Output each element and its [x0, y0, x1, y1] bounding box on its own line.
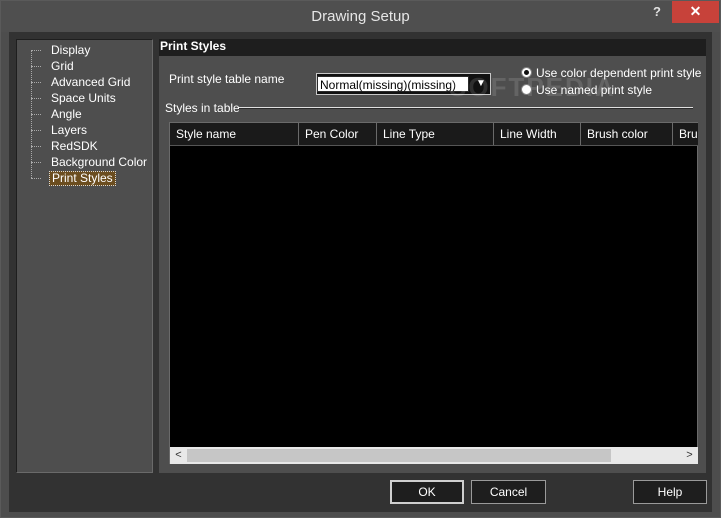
tree-branch-dots — [31, 162, 41, 163]
print-style-table-label: Print style table name — [169, 72, 285, 86]
drawing-setup-window: Drawing Setup ? ✕ Display Grid Advanced … — [0, 0, 721, 518]
radio-label: Use color dependent print style — [536, 66, 702, 80]
tree-item-label: Background Color — [51, 155, 148, 169]
ok-button[interactable]: OK — [390, 480, 464, 504]
tree-branch-dots — [31, 50, 41, 51]
settings-tree: Display Grid Advanced Grid Space Units A… — [16, 39, 153, 473]
styles-in-table-label: Styles in table — [165, 101, 240, 115]
panel-title: Print Styles — [159, 39, 706, 56]
tree-item-label: Angle — [51, 107, 82, 121]
tree-branch-dots — [31, 82, 41, 83]
table-header: Style name Pen Color Line Type Line Widt… — [170, 123, 698, 146]
print-style-table-value[interactable]: Normal(missing)(missing) — [317, 76, 469, 92]
tree-item-label: Grid — [51, 59, 74, 73]
cancel-button[interactable]: Cancel — [471, 480, 546, 504]
tree-branch-dots — [31, 178, 41, 179]
title-bar[interactable]: Drawing Setup ? ✕ — [1, 1, 720, 32]
radio-button-icon[interactable] — [521, 67, 532, 78]
help-question-button[interactable]: ? — [644, 1, 670, 23]
print-styles-panel: Print Styles Print style table name Norm… — [159, 39, 706, 473]
close-window-button[interactable]: ✕ — [672, 1, 719, 23]
styles-table[interactable]: Style name Pen Color Line Type Line Widt… — [169, 122, 698, 464]
group-divider — [239, 107, 693, 109]
tree-branch-dots — [31, 146, 41, 147]
column-header-line-width[interactable]: Line Width — [494, 123, 581, 145]
tree-item-label: RedSDK — [51, 139, 98, 153]
dialog-client-area: Display Grid Advanced Grid Space Units A… — [9, 32, 712, 512]
tree-branch-dots — [31, 130, 41, 131]
tree-branch-dots — [31, 114, 41, 115]
tree-item-label: Layers — [51, 123, 88, 137]
tree-branch-dots — [31, 66, 41, 67]
help-button[interactable]: Help — [633, 480, 707, 504]
tree-item-label: Space Units — [51, 91, 116, 105]
window-title: Drawing Setup — [311, 8, 410, 25]
column-header-style-name[interactable]: Style name — [170, 123, 299, 145]
horizontal-scrollbar[interactable]: < > — [170, 447, 698, 464]
column-header-line-type[interactable]: Line Type — [377, 123, 494, 145]
chevron-right-icon[interactable]: > — [681, 447, 698, 464]
column-header-pen-color[interactable]: Pen Color — [299, 123, 377, 145]
chevron-left-icon[interactable]: < — [170, 447, 187, 464]
tree-item-label: Print Styles — [49, 171, 116, 186]
tree-branch-dots — [31, 98, 41, 99]
column-header-brush-color[interactable]: Brush color — [581, 123, 673, 145]
chevron-down-icon[interactable]: ▼ — [472, 74, 490, 94]
tree-item-label: Advanced Grid — [51, 75, 131, 89]
column-header-brush[interactable]: Brus — [673, 123, 698, 145]
radio-label: Use named print style — [536, 83, 653, 97]
radio-button-icon[interactable] — [521, 84, 532, 95]
print-style-table-combo[interactable]: Normal(missing)(missing) ▼ — [316, 73, 491, 95]
scrollbar-thumb[interactable] — [187, 449, 611, 462]
tree-item-label: Display — [51, 43, 91, 57]
